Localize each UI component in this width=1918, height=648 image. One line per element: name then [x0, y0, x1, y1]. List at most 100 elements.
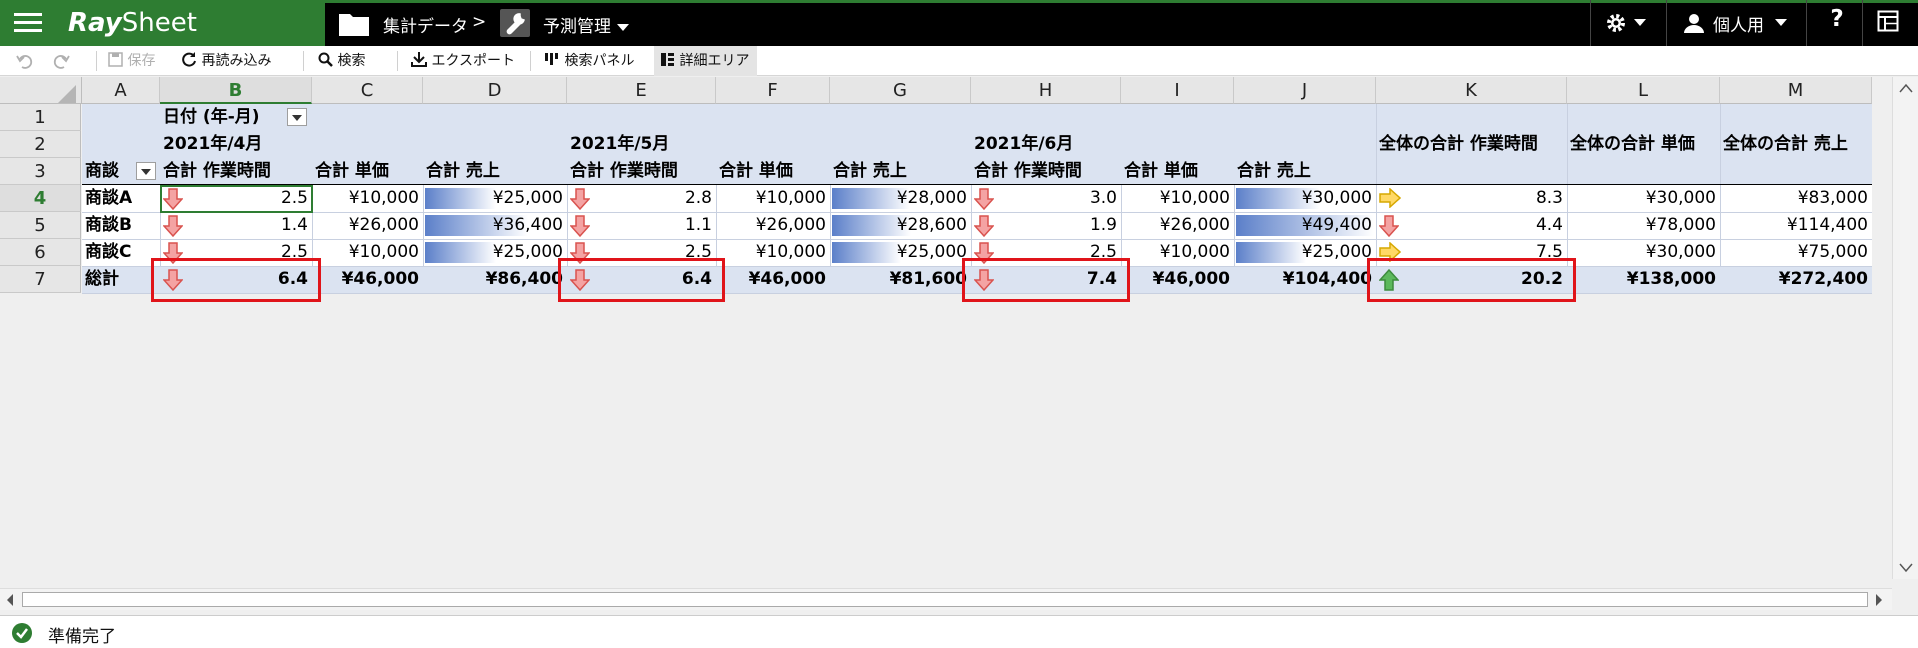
table-cell[interactable]: ¥10,000 — [1121, 239, 1234, 266]
row-header-4[interactable]: 4 — [0, 185, 81, 212]
table-cell[interactable]: 1.9 — [971, 212, 1121, 239]
column-header-c[interactable]: C — [312, 77, 423, 104]
row-header-1[interactable]: 1 — [0, 104, 81, 131]
user-label: 個人用 — [1713, 16, 1764, 36]
search-label: 検索 — [337, 53, 366, 69]
period-header: 2021年/5月 — [570, 134, 670, 154]
horizontal-scrollbar[interactable] — [0, 588, 1892, 610]
total-cell[interactable]: ¥46,000 — [1121, 266, 1234, 293]
gear-icon — [1607, 14, 1625, 32]
breadcrumb-current[interactable]: 予測管理 — [543, 12, 629, 37]
table-cell[interactable]: ¥26,000 — [312, 212, 423, 239]
horizontal-scroll-thumb[interactable] — [22, 592, 1868, 607]
table-cell[interactable]: ¥114,400 — [1720, 212, 1872, 239]
scroll-down-icon[interactable] — [1899, 563, 1913, 573]
select-all-triangle — [58, 85, 76, 103]
table-cell[interactable]: ¥28,600 — [830, 212, 971, 239]
table-cell[interactable]: 4.4 — [1376, 212, 1567, 239]
column-header-g[interactable]: G — [830, 77, 971, 104]
table-cell[interactable]: ¥30,000 — [1567, 185, 1720, 212]
grid-button[interactable] — [1877, 10, 1903, 36]
toolbar-separator — [530, 51, 531, 71]
table-cell[interactable]: ¥10,000 — [716, 185, 830, 212]
table-cell[interactable]: ¥10,000 — [716, 239, 830, 266]
save-icon — [108, 52, 123, 67]
row-header-3[interactable]: 3 — [0, 158, 81, 185]
settings-button[interactable] — [1600, 10, 1652, 36]
table-cell[interactable]: 1.1 — [567, 212, 716, 239]
panel-icon — [545, 53, 558, 65]
column-header-f[interactable]: F — [716, 77, 830, 104]
scroll-right-icon[interactable] — [1874, 593, 1884, 607]
row-header-5[interactable]: 5 — [0, 212, 81, 239]
search-button[interactable]: 検索 — [318, 46, 365, 76]
column-header-a[interactable]: A — [82, 77, 160, 104]
row-header-7[interactable]: 7 — [0, 266, 81, 293]
table-cell[interactable]: ¥28,000 — [830, 185, 971, 212]
column-header-m[interactable]: M — [1720, 77, 1872, 104]
table-cell[interactable]: ¥10,000 — [312, 185, 423, 212]
total-cell[interactable]: ¥46,000 — [716, 266, 830, 293]
table-cell[interactable]: ¥49,400 — [1234, 212, 1376, 239]
total-cell[interactable]: ¥81,600 — [830, 266, 971, 293]
row-filter-button[interactable] — [136, 162, 156, 180]
table-cell[interactable]: ¥30,000 — [1234, 185, 1376, 212]
table-cell[interactable]: 2.8 — [567, 185, 716, 212]
spreadsheet[interactable]: A B C D E F G H I J K L M 1 2 3 4 5 6 7 日付 (年-月) 2021年/4月 2021… — [0, 77, 1918, 589]
column-header-j[interactable]: J — [1234, 77, 1376, 104]
table-cell[interactable]: ¥10,000 — [1121, 185, 1234, 212]
scroll-up-icon[interactable] — [1899, 83, 1913, 93]
redo-button[interactable] — [52, 46, 74, 76]
search-panel-label: 検索パネル — [564, 53, 635, 69]
table-cell[interactable]: ¥25,000 — [830, 239, 971, 266]
table-cell[interactable]: ¥25,000 — [423, 185, 567, 212]
column-header-e[interactable]: E — [567, 77, 716, 104]
table-cell[interactable]: ¥25,000 — [423, 239, 567, 266]
help-button[interactable]: ? — [1822, 6, 1852, 38]
column-header-b[interactable]: B — [160, 77, 312, 104]
detail-area-button[interactable]: 詳細エリア — [654, 46, 758, 76]
table-cell[interactable]: 8.3 — [1376, 185, 1567, 212]
period-header: 2021年/4月 — [163, 134, 263, 154]
table-cell[interactable]: ¥26,000 — [716, 212, 830, 239]
table-cell[interactable]: ¥26,000 — [1121, 212, 1234, 239]
scroll-left-icon[interactable] — [5, 593, 15, 607]
row-header-6[interactable]: 6 — [0, 239, 81, 266]
column-header-i[interactable]: I — [1121, 77, 1234, 104]
total-cell[interactable]: ¥272,400 — [1720, 266, 1872, 293]
hamburger-icon[interactable] — [14, 11, 42, 35]
column-header-h[interactable]: H — [971, 77, 1121, 104]
vertical-scrollbar[interactable] — [1892, 77, 1918, 579]
reload-label: 再読み込み — [201, 53, 272, 69]
reload-button[interactable]: 再読み込み — [182, 46, 271, 76]
table-cell[interactable]: ¥36,400 — [423, 212, 567, 239]
top-accent-line — [0, 0, 1918, 3]
date-filter-button[interactable] — [287, 108, 307, 126]
search-panel-button[interactable]: 検索パネル — [544, 46, 634, 76]
table-cell[interactable]: 1.4 — [160, 212, 312, 239]
total-cell[interactable]: ¥86,400 — [423, 266, 567, 293]
table-cell[interactable]: 3.0 — [971, 185, 1121, 212]
breadcrumb-folder[interactable]: 集計データ — [383, 12, 468, 37]
user-menu-button[interactable]: 個人用 — [1683, 10, 1793, 36]
total-cell[interactable]: ¥46,000 — [312, 266, 423, 293]
measure-header: 合計 売上 — [1237, 161, 1311, 181]
column-header-l[interactable]: L — [1567, 77, 1720, 104]
save-button[interactable]: 保存 — [108, 46, 155, 76]
table-cell[interactable]: ¥30,000 — [1567, 239, 1720, 266]
export-button[interactable]: エクスポート — [411, 46, 515, 76]
total-cell[interactable]: ¥104,400 — [1234, 266, 1376, 293]
table-cell[interactable]: ¥10,000 — [312, 239, 423, 266]
row-header-2[interactable]: 2 — [0, 131, 81, 158]
chevron-down-icon — [1775, 19, 1787, 26]
table-cell[interactable]: ¥83,000 — [1720, 185, 1872, 212]
table-cell[interactable]: ¥78,000 — [1567, 212, 1720, 239]
table-cell[interactable]: ¥25,000 — [1234, 239, 1376, 266]
total-cell[interactable]: ¥138,000 — [1567, 266, 1720, 293]
status-text: 準備完了 — [48, 627, 116, 647]
table-cell[interactable]: ¥75,000 — [1720, 239, 1872, 266]
column-header-d[interactable]: D — [423, 77, 567, 104]
undo-button[interactable] — [16, 46, 38, 76]
brand-area: RaySheet — [0, 0, 325, 46]
column-header-k[interactable]: K — [1376, 77, 1567, 104]
